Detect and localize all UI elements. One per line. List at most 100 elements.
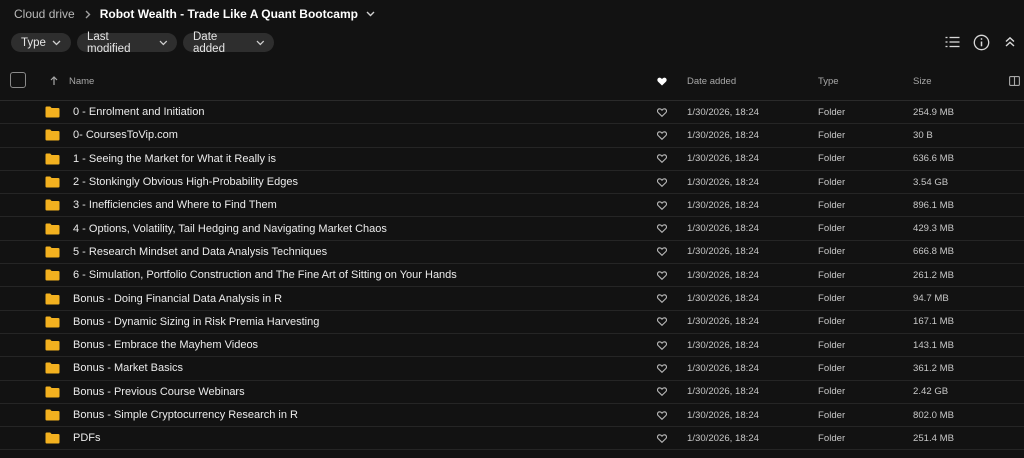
heart-icon[interactable] — [656, 357, 668, 379]
table-row[interactable]: Bonus - Dynamic Sizing in Risk Premia Ha… — [0, 311, 1024, 334]
row-size: 94.7 MB — [913, 293, 949, 305]
table-row[interactable]: Bonus - Simple Cryptocurrency Research i… — [0, 404, 1024, 428]
row-name: 0- CoursesToVip.com — [73, 129, 178, 142]
row-size: 429.3 MB — [913, 223, 955, 235]
row-size: 261.2 MB — [913, 269, 955, 281]
row-name: Bonus - Simple Cryptocurrency Research i… — [73, 409, 298, 421]
heart-icon[interactable] — [656, 124, 668, 146]
row-name: Bonus - Market Basics — [73, 362, 184, 375]
row-date-added: 1/30/2026, 18:24 — [687, 246, 760, 258]
table-header: Name Date added Type Size — [0, 70, 1024, 92]
row-name: 0 - Enrolment and Initiation — [73, 106, 205, 119]
breadcrumb-current[interactable]: Robot Wealth - Trade Like A Quant Bootca… — [100, 7, 358, 21]
select-all-checkbox[interactable] — [10, 72, 26, 88]
heart-icon[interactable] — [656, 148, 668, 170]
heart-icon[interactable] — [656, 241, 668, 263]
folder-icon — [45, 311, 61, 333]
chevron-right-icon — [85, 10, 91, 19]
chevron-down-icon — [52, 40, 61, 45]
row-name: Bonus - Dynamic Sizing in Risk Premia Ha… — [73, 315, 320, 328]
row-date-added: 1/30/2026, 18:24 — [687, 269, 760, 281]
table-row[interactable]: 0 - Enrolment and Initiation 1/30/2026, … — [0, 101, 1024, 125]
column-header-type[interactable]: Type — [818, 70, 839, 92]
table-row[interactable]: PDFs 1/30/2026, 18:24 Folder 251.4 MB — [0, 427, 1024, 451]
heart-icon[interactable] — [656, 101, 668, 123]
row-type: Folder — [818, 106, 846, 118]
heart-icon[interactable] — [656, 171, 668, 193]
row-name: 5 - Research Mindset and Data Analysis T… — [73, 245, 328, 258]
info-icon[interactable] — [972, 33, 990, 51]
list-view-icon[interactable] — [943, 33, 961, 51]
row-date-added: 1/30/2026, 18:24 — [687, 153, 760, 165]
column-header-name[interactable]: Name — [69, 70, 94, 92]
heart-icon[interactable] — [656, 194, 668, 216]
type-filter-button[interactable]: Type — [11, 33, 71, 52]
row-date-added: 1/30/2026, 18:24 — [687, 409, 760, 421]
heart-icon[interactable] — [656, 381, 668, 403]
folder-icon — [45, 357, 61, 379]
row-date-added: 1/30/2026, 18:24 — [687, 106, 760, 118]
last-modified-filter-label: Last modified — [87, 30, 131, 55]
row-name: Bonus - Doing Financial Data Analysis in… — [73, 292, 283, 305]
folder-icon — [45, 124, 61, 146]
row-type: Folder — [818, 153, 846, 165]
folder-icon — [45, 334, 61, 356]
row-size: 802.0 MB — [913, 409, 955, 421]
table-row[interactable]: 0- CoursesToVip.com 1/30/2026, 18:24 Fol… — [0, 124, 1024, 148]
row-name: 2 - Stonkingly Obvious High-Probability … — [73, 176, 299, 189]
column-header-size[interactable]: Size — [913, 70, 931, 92]
heart-icon[interactable] — [656, 287, 668, 309]
row-name: 1 - Seeing the Market for What it Really… — [73, 152, 276, 165]
last-modified-filter-button[interactable]: Last modified — [77, 30, 177, 55]
row-date-added: 1/30/2026, 18:24 — [687, 362, 760, 374]
heart-icon[interactable] — [656, 264, 668, 286]
table-row[interactable]: Bonus - Doing Financial Data Analysis in… — [0, 287, 1024, 311]
row-size: 666.8 MB — [913, 246, 955, 258]
row-size: 2.42 GB — [913, 386, 949, 398]
row-type: Folder — [818, 339, 846, 351]
folder-icon — [45, 148, 61, 170]
row-type: Folder — [818, 409, 846, 421]
row-type: Folder — [818, 293, 846, 305]
heart-icon[interactable] — [656, 311, 668, 333]
heart-icon[interactable] — [656, 334, 668, 356]
row-type: Folder — [818, 223, 846, 235]
file-list: 0 - Enrolment and Initiation 1/30/2026, … — [0, 101, 1024, 451]
chevron-down-icon[interactable] — [366, 11, 375, 17]
breadcrumb: Cloud drive Robot Wealth - Trade Like A … — [14, 6, 375, 22]
row-size: 30 B — [913, 129, 933, 141]
table-row[interactable]: Bonus - Embrace the Mayhem Videos 1/30/2… — [0, 334, 1024, 358]
table-row[interactable]: Bonus - Previous Course Webinars 1/30/20… — [0, 381, 1024, 404]
folder-icon — [45, 381, 61, 403]
row-date-added: 1/30/2026, 18:24 — [687, 223, 760, 235]
table-row[interactable]: 1 - Seeing the Market for What it Really… — [0, 148, 1024, 171]
folder-icon — [45, 404, 61, 426]
heart-icon[interactable] — [656, 404, 668, 426]
date-added-filter-label: Date added — [193, 30, 225, 55]
row-type: Folder — [818, 386, 846, 398]
sort-arrow-icon[interactable] — [50, 70, 58, 92]
date-added-filter-button[interactable]: Date added — [183, 30, 274, 55]
row-date-added: 1/30/2026, 18:24 — [687, 176, 760, 188]
row-date-added: 1/30/2026, 18:24 — [687, 339, 760, 351]
table-row[interactable]: 6 - Simulation, Portfolio Construction a… — [0, 264, 1024, 288]
folder-icon — [45, 194, 61, 216]
columns-settings-icon[interactable] — [1009, 70, 1020, 92]
breadcrumb-root[interactable]: Cloud drive — [14, 7, 75, 21]
table-row[interactable]: 4 - Options, Volatility, Tail Hedging an… — [0, 217, 1024, 241]
table-row[interactable]: 2 - Stonkingly Obvious High-Probability … — [0, 171, 1024, 195]
table-row[interactable]: 5 - Research Mindset and Data Analysis T… — [0, 241, 1024, 265]
table-row[interactable]: Bonus - Market Basics 1/30/2026, 18:24 F… — [0, 357, 1024, 381]
row-name: PDFs — [73, 432, 101, 445]
heart-icon[interactable] — [656, 427, 668, 449]
row-date-added: 1/30/2026, 18:24 — [687, 199, 760, 211]
folder-icon — [45, 287, 61, 309]
folder-icon — [45, 241, 61, 263]
collapse-icon[interactable] — [1001, 33, 1019, 51]
column-header-date-added[interactable]: Date added — [687, 70, 736, 92]
heart-icon[interactable] — [656, 217, 668, 239]
row-name: 6 - Simulation, Portfolio Construction a… — [73, 269, 457, 282]
table-row[interactable]: 3 - Inefficiencies and Where to Find The… — [0, 194, 1024, 218]
row-size: 143.1 MB — [913, 339, 955, 351]
row-size: 361.2 MB — [913, 362, 955, 374]
